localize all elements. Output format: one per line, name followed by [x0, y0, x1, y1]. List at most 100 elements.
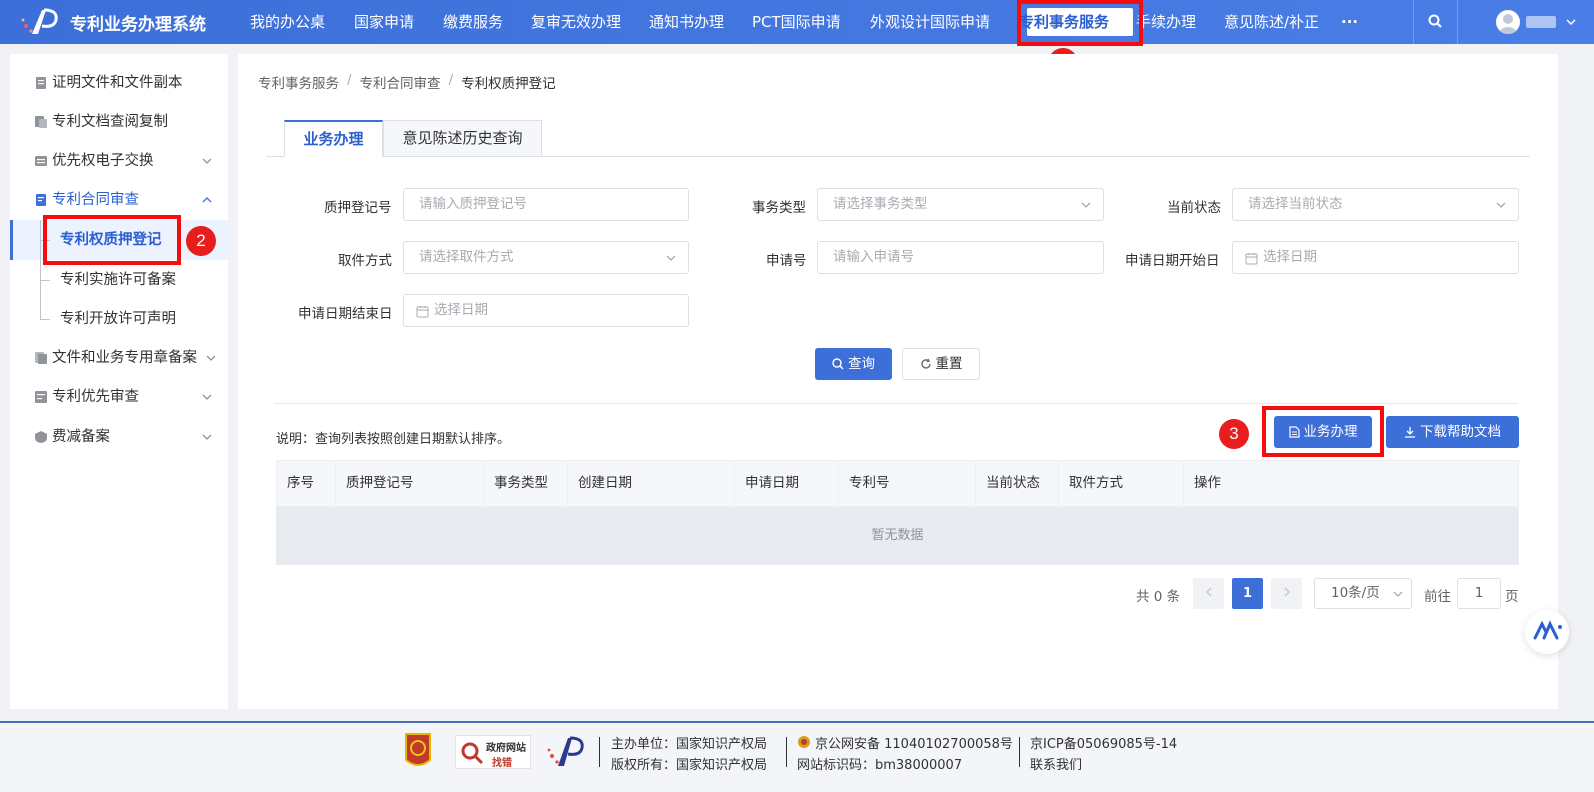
download-icon — [1405, 427, 1415, 438]
chevron-down-icon — [202, 394, 212, 400]
sidebar-subitem-open-license[interactable]: 专利开放许可声明 — [10, 299, 228, 339]
breadcrumb-item[interactable]: 专利事务服务 — [258, 72, 339, 92]
chevron-down-icon — [1393, 591, 1403, 597]
nav-my-desk[interactable]: 我的办公桌 — [250, 0, 325, 44]
footer-sponsor: 主办单位：国家知识产权局 — [611, 737, 768, 752]
column-header[interactable]: 当前状态 — [976, 461, 1059, 506]
sidebar-item-label: 专利优先审查 — [52, 389, 139, 405]
tab-business-handling[interactable]: 业务办理 — [284, 120, 383, 157]
footer-contact-link[interactable]: 联系我们 — [1030, 754, 1082, 773]
footer-divider — [599, 737, 600, 767]
column-header[interactable]: 专利号 — [839, 461, 976, 506]
step-badge-2: 2 — [186, 226, 216, 256]
top-navbar: 专利业务办理系统 我的办公桌 国家申请 缴费服务 复审无效办理 通知书办理 PC… — [0, 0, 1594, 46]
sidebar-item-priority-review[interactable]: 专利优先审查 — [10, 377, 228, 417]
page-suffix: 页 — [1505, 589, 1519, 605]
cnipa-logo-icon — [21, 8, 58, 34]
nav-design-international[interactable]: 外观设计国际申请 — [870, 0, 990, 44]
gov-badge-line1: 政府网站 — [486, 743, 526, 754]
nav-national-application[interactable]: 国家申请 — [354, 0, 414, 44]
party-emblem-icon[interactable] — [402, 732, 434, 772]
sidebar-item-label: 文件和业务专用章备案 — [52, 350, 197, 366]
chevron-down-icon[interactable] — [1566, 18, 1576, 26]
annotation-box-2 — [43, 215, 181, 265]
select-placeholder: 请选择事务类型 — [833, 196, 928, 212]
column-header[interactable]: 操作 — [1184, 461, 1518, 506]
column-header[interactable]: 质押登记号 — [336, 461, 484, 506]
nav-opinion-correction[interactable]: 意见陈述/补正 — [1224, 0, 1319, 44]
sidebar-item-seal-filing[interactable]: 文件和业务专用章备案 — [10, 338, 228, 378]
prev-page-button[interactable] — [1193, 578, 1224, 609]
current-status-select[interactable]: 请选择当前状态 — [1232, 188, 1519, 221]
matter-type-select[interactable]: 请选择事务类型 — [817, 188, 1104, 221]
tab-opinion-history[interactable]: 意见陈述历史查询 — [383, 120, 542, 157]
table-header: 序号 质押登记号 事务类型 创建日期 申请日期 专利号 当前状态 取件方式 操作 — [276, 460, 1519, 507]
sidebar-item-label: 专利文档查阅复制 — [52, 114, 168, 130]
sidebar-item-document-copy[interactable]: 专利文档查阅复制 — [10, 102, 228, 142]
sidebar-item-priority-exchange[interactable]: 优先权电子交换 — [10, 141, 228, 181]
chevron-left-icon — [1205, 587, 1211, 597]
nav-fee-service[interactable]: 缴费服务 — [443, 0, 503, 44]
column-header[interactable]: 创建日期 — [568, 461, 735, 506]
footer-divider — [786, 737, 787, 767]
username-masked[interactable] — [1526, 16, 1556, 28]
page-number-button[interactable]: 1 — [1232, 578, 1263, 609]
current-status-label: 当前状态 — [1167, 200, 1221, 216]
goto-page-input[interactable]: 1 — [1457, 578, 1501, 609]
sidebar-item-contract-review[interactable]: 专利合同审查 — [10, 180, 228, 220]
page-size-value: 10条/页 — [1331, 585, 1380, 601]
sidebar-item-label: 证明文件和文件副本 — [52, 75, 183, 91]
column-header[interactable]: 申请日期 — [735, 461, 839, 506]
reset-button[interactable]: 重置 — [902, 348, 980, 380]
gov-site-error-badge[interactable]: 政府网站 找错 — [455, 735, 531, 769]
pickup-method-select[interactable]: 请选择取件方式 — [403, 241, 689, 274]
nav-reexamination[interactable]: 复审无效办理 — [531, 0, 621, 44]
sidebar-item-label: 专利合同审查 — [52, 192, 139, 208]
chevron-up-icon — [202, 197, 212, 203]
sidebar-item-fee-reduction[interactable]: 费减备案 — [10, 417, 228, 457]
reset-button-label: 重置 — [935, 356, 963, 372]
chevron-down-icon — [202, 434, 212, 440]
chevron-down-icon — [1496, 202, 1506, 208]
section-divider — [274, 403, 1518, 404]
nav-pct-application[interactable]: PCT国际申请 — [752, 0, 841, 44]
step-badge-3: 3 — [1219, 419, 1249, 449]
sidebar-subitem-license-filing[interactable]: 专利实施许可备案 — [10, 260, 228, 300]
column-header[interactable]: 取件方式 — [1059, 461, 1184, 506]
footer-copyright: 版权所有：国家知识产权局 — [611, 758, 768, 773]
column-header[interactable]: 序号 — [277, 461, 336, 506]
search-icon[interactable] — [1428, 14, 1442, 28]
user-avatar-icon[interactable] — [1496, 10, 1520, 34]
brand[interactable]: 专利业务办理系统 — [18, 0, 206, 44]
breadcrumb-item[interactable]: 专利合同审查 — [360, 72, 441, 92]
footer-divider — [1019, 737, 1020, 767]
footer-icp[interactable]: 京ICP备05069085号-14 — [1030, 733, 1177, 752]
nav-notice-handling[interactable]: 通知书办理 — [649, 0, 724, 44]
assistant-float-button[interactable] — [1525, 610, 1569, 654]
nav-more-button[interactable]: ··· — [1341, 0, 1358, 44]
apply-end-date-picker[interactable]: 选择日期 — [403, 294, 689, 327]
document-copy-icon — [35, 116, 47, 128]
apply-start-date-picker[interactable]: 选择日期 — [1232, 241, 1519, 274]
priority-icon — [35, 391, 47, 403]
footer: 政府网站 找错 主办单位：国家知识产权局 版权所有：国家知识产权局 京公网安备 … — [0, 721, 1594, 792]
header-divider — [1457, 0, 1458, 44]
assistant-icon — [1533, 620, 1562, 640]
query-button-label: 查询 — [848, 356, 875, 372]
footer-police-record[interactable]: 京公网安备 11040102700058号 — [815, 733, 1013, 752]
pagination-total: 共 0 条 — [1136, 589, 1181, 605]
nav-procedures[interactable]: 手续办理 — [1136, 0, 1196, 44]
annotation-box-3 — [1262, 406, 1384, 457]
sidebar-item-certificates[interactable]: 证明文件和文件副本 — [10, 63, 228, 103]
download-help-button[interactable]: 下载帮助文档 — [1386, 416, 1519, 448]
page-size-select[interactable]: 10条/页 — [1314, 578, 1412, 609]
column-header[interactable]: 事务类型 — [484, 461, 568, 506]
pledge-no-input[interactable]: 请输入质押登记号 — [403, 188, 689, 221]
date-placeholder: 选择日期 — [434, 302, 488, 318]
next-page-button[interactable] — [1271, 578, 1302, 609]
query-button[interactable]: 查询 — [815, 348, 892, 380]
magnifier-icon — [461, 742, 484, 765]
gov-badge-line2: 找错 — [492, 758, 512, 769]
application-no-input[interactable]: 请输入申请号 — [817, 241, 1104, 274]
date-placeholder: 选择日期 — [1263, 249, 1317, 265]
